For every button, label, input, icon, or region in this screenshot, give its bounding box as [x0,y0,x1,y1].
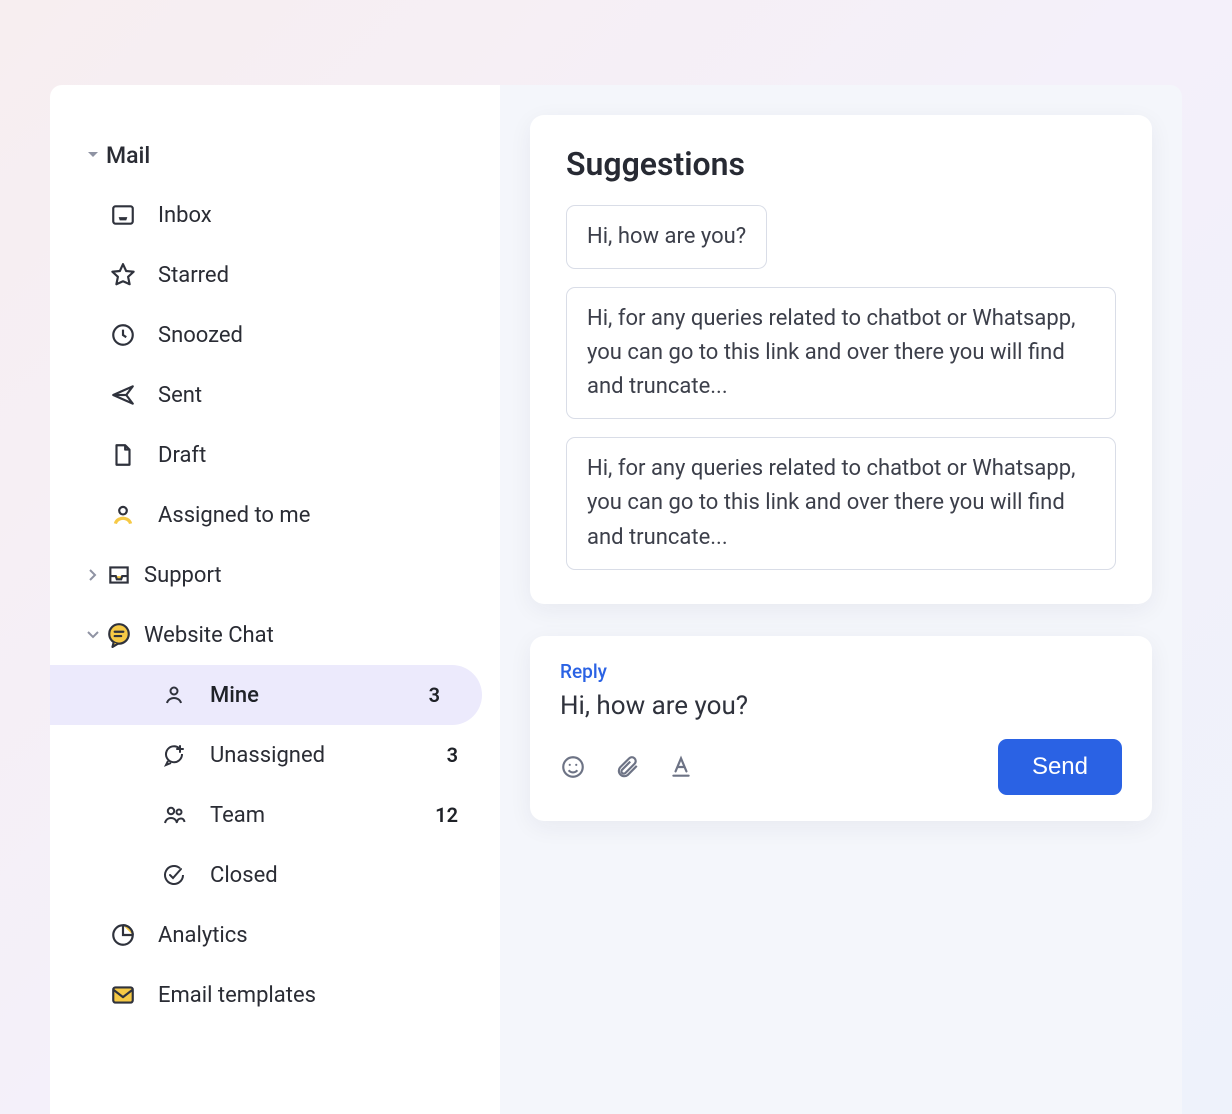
sidebar-item-closed[interactable]: Closed [50,845,500,905]
sidebar-section-mail[interactable]: Mail [50,125,500,185]
star-icon [110,262,158,288]
sidebar-item-starred[interactable]: Starred [50,245,500,305]
suggestions-card: Suggestions Hi, how are you? Hi, for any… [530,115,1152,604]
chevron-right-icon [80,569,106,581]
sidebar-item-draft[interactable]: Draft [50,425,500,485]
chevron-down-icon [80,629,106,641]
clock-icon [110,322,158,348]
sidebar-item-sent[interactable]: Sent [50,365,500,425]
send-button[interactable]: Send [998,739,1122,795]
sidebar-item-mine[interactable]: Mine 3 [50,665,482,725]
sidebar-section-label: Mail [106,142,470,169]
sidebar-item-label: Inbox [158,203,470,228]
text-format-icon[interactable] [668,754,694,780]
sidebar-section-support[interactable]: Support [50,545,500,605]
sidebar-item-snoozed[interactable]: Snoozed [50,305,500,365]
suggestions-title: Suggestions [566,145,1116,183]
main-panel: Suggestions Hi, how are you? Hi, for any… [500,85,1182,1114]
sidebar-item-label: Starred [158,263,470,288]
suggestion-item[interactable]: Hi, for any queries related to chatbot o… [566,287,1116,419]
tray-icon [106,562,144,588]
sidebar-item-label: Snoozed [158,323,470,348]
reply-card: Reply Hi, how are you? Send [530,636,1152,821]
count-badge: 3 [429,683,452,707]
person-icon [110,502,158,528]
sidebar-item-label: Analytics [158,923,470,948]
sidebar-item-label: Draft [158,443,470,468]
reply-input[interactable]: Hi, how are you? [560,691,1122,721]
file-icon [110,442,158,468]
sidebar: Mail Inbox Starred Snoozed Sent [50,85,500,1114]
sidebar-item-inbox[interactable]: Inbox [50,185,500,245]
suggestion-item[interactable]: Hi, how are you? [566,205,767,269]
sidebar-item-team[interactable]: Team 12 [50,785,500,845]
envelope-icon [110,982,158,1008]
sidebar-item-assigned[interactable]: Assigned to me [50,485,500,545]
suggestion-item[interactable]: Hi, for any queries related to chatbot o… [566,437,1116,569]
sidebar-item-label: Closed [210,863,470,888]
sidebar-item-templates[interactable]: Email templates [50,965,500,1025]
sidebar-item-label: Support [144,563,470,588]
emoji-icon[interactable] [560,754,586,780]
reply-label: Reply [560,660,1122,683]
sidebar-item-label: Email templates [158,983,470,1008]
sidebar-item-label: Website Chat [144,623,470,648]
sidebar-item-analytics[interactable]: Analytics [50,905,500,965]
sidebar-item-label: Team [210,803,435,828]
sidebar-item-label: Assigned to me [158,503,470,528]
people-icon [162,803,210,827]
attachment-icon[interactable] [614,754,640,780]
pie-chart-icon [110,922,158,948]
sidebar-item-label: Mine [210,683,429,708]
check-circle-icon [162,863,210,887]
sidebar-item-label: Unassigned [210,743,447,768]
sidebar-section-website-chat[interactable]: Website Chat [50,605,500,665]
person-outline-icon [162,683,210,707]
chevron-down-icon [80,149,106,161]
chat-plus-icon [162,743,210,767]
sidebar-item-label: Sent [158,383,470,408]
chat-bubble-icon [106,622,144,648]
sidebar-item-unassigned[interactable]: Unassigned 3 [50,725,500,785]
count-badge: 12 [435,803,470,827]
send-icon [110,382,158,408]
count-badge: 3 [447,743,470,767]
inbox-icon [110,202,158,228]
